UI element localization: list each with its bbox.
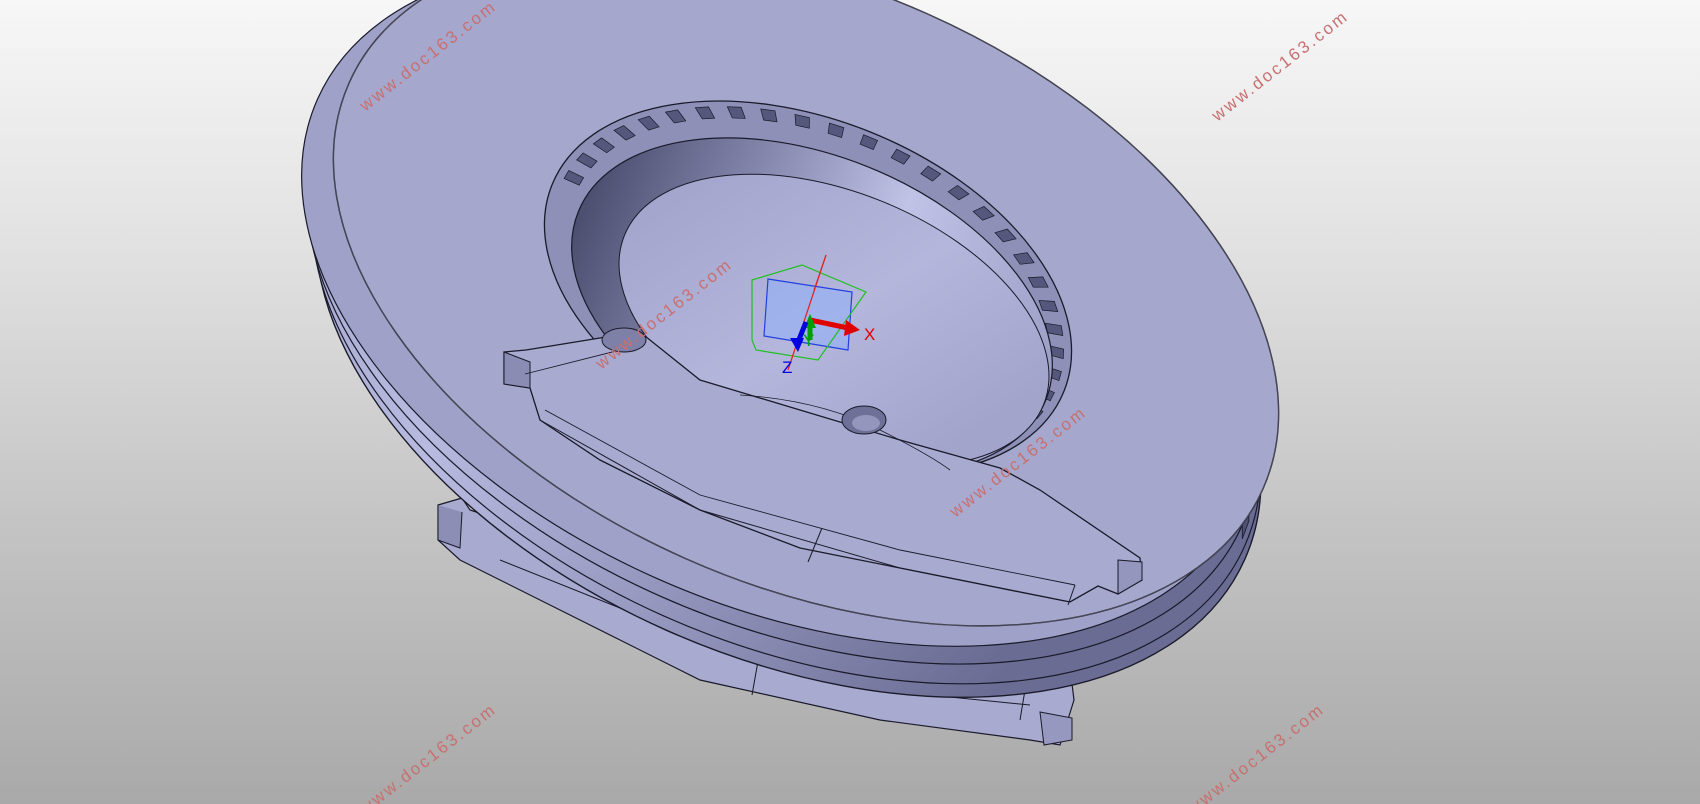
model-scene[interactable]: X Y Z bbox=[0, 0, 1700, 804]
z-axis-label: Z bbox=[782, 358, 792, 377]
cad-3d-viewport[interactable]: X Y Z www.doc163.com www.doc163.com www.… bbox=[0, 0, 1700, 804]
x-axis-label: X bbox=[864, 325, 875, 344]
bolt-hole-right bbox=[841, 405, 887, 435]
y-axis-label: Y bbox=[803, 331, 814, 350]
bolt-hole-left bbox=[601, 327, 647, 353]
